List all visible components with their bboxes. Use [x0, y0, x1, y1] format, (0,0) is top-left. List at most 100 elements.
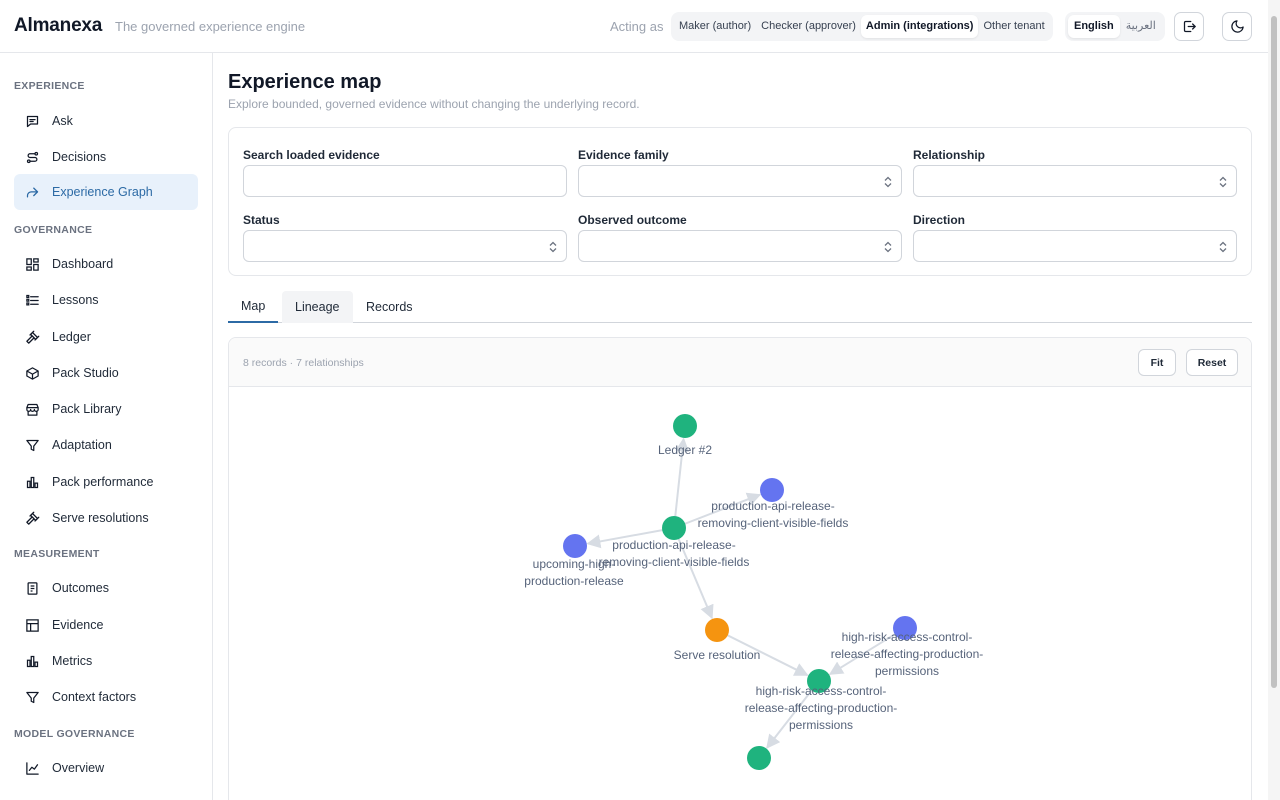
sidebar-item-label: Pack Library	[52, 402, 122, 416]
graph-node-label: upcoming-high-	[533, 557, 616, 571]
logout-icon	[1183, 20, 1196, 33]
sidebar-item-label: Outcomes	[52, 581, 109, 595]
view-tabs: Map Lineage Records	[228, 291, 1252, 323]
sidebar-item-label: Metrics	[52, 654, 93, 668]
graph-node[interactable]	[563, 534, 587, 558]
chevron-updown-icon	[1219, 241, 1227, 253]
status-select[interactable]	[243, 230, 567, 262]
search-label: Search loaded evidence	[243, 148, 380, 162]
graph-node-label: high-risk-access-control-	[756, 684, 887, 698]
reset-button[interactable]: Reset	[1186, 349, 1238, 376]
sidebar-item-pack-library[interactable]: Pack Library	[14, 391, 198, 427]
observed-outcome-label: Observed outcome	[578, 213, 687, 227]
sidebar-item-pack-studio[interactable]: Pack Studio	[14, 355, 198, 391]
status-label: Status	[243, 213, 280, 227]
sidebar-item-label: Ledger	[52, 330, 91, 344]
observed-outcome-select[interactable]	[578, 230, 902, 262]
graph-node-label: production-release	[524, 574, 624, 588]
section-title-model-governance: MODEL GOVERNANCE	[14, 728, 135, 740]
role-other-tenant-button[interactable]: Other tenant	[978, 15, 1049, 38]
sidebar-item-overview[interactable]: Overview	[14, 750, 198, 786]
sidebar-item-experience-graph[interactable]: Experience Graph	[14, 174, 198, 210]
chevron-updown-icon	[884, 176, 892, 188]
moon-icon	[1230, 20, 1244, 33]
evidence-family-select[interactable]	[578, 165, 902, 197]
sidebar-item-label: Serve resolutions	[52, 511, 149, 525]
direction-select[interactable]	[913, 230, 1237, 262]
clipboard-icon	[27, 581, 38, 595]
sidebar-item-label: Decisions	[52, 150, 107, 164]
graph-node-label: Ledger #2	[658, 443, 712, 457]
sidebar-item-label: Adaptation	[52, 438, 112, 452]
gavel-icon	[26, 511, 40, 525]
top-bar: Almanexa The governed experience engine …	[0, 0, 1268, 53]
list-icon	[26, 294, 39, 305]
sidebar-item-label: Context factors	[52, 690, 137, 704]
brand-logo[interactable]: Almanexa	[14, 15, 102, 37]
graph-summary: 8 records · 7 relationships	[243, 357, 364, 369]
page-scrollbar[interactable]	[1268, 0, 1280, 800]
sidebar-item-evidence[interactable]: Evidence	[14, 607, 198, 643]
evidence-family-label: Evidence family	[578, 148, 669, 162]
sidebar-item-metrics[interactable]: Metrics	[14, 643, 198, 679]
sidebar-item-outcomes[interactable]: Outcomes	[14, 570, 198, 606]
sidebar: EXPERIENCE Ask Decisions Experience Grap…	[0, 53, 213, 800]
main-content: Experience map Explore bounded, governed…	[213, 53, 1268, 800]
search-input[interactable]	[243, 165, 567, 197]
sidebar-item-label: Pack Studio	[52, 366, 119, 380]
sidebar-item-label: Overview	[52, 761, 105, 775]
graph-node[interactable]	[705, 618, 729, 642]
box-icon	[26, 366, 39, 380]
dashboard-icon	[26, 257, 39, 271]
graph-node-label: high-risk-access-control-	[842, 630, 973, 644]
relationship-label: Relationship	[913, 148, 986, 162]
sidebar-item-lessons[interactable]: Lessons	[14, 282, 198, 318]
experience-graph-canvas[interactable]: Ledger #2 production-api-release-removing…	[229, 388, 1252, 800]
route-icon	[26, 151, 39, 163]
tab-map[interactable]: Map	[228, 291, 279, 323]
tab-lineage[interactable]: Lineage	[282, 291, 353, 323]
graph-panel: 8 records · 7 relationships Fit Reset Le…	[228, 337, 1252, 800]
brand-tagline: The governed experience engine	[115, 19, 306, 34]
logout-button[interactable]	[1174, 12, 1204, 41]
gavel-icon	[26, 330, 40, 344]
sidebar-item-pack-performance[interactable]: Pack performance	[14, 464, 198, 500]
graph-node-label: release-affecting-production-	[745, 701, 898, 715]
section-title-experience: EXPERIENCE	[14, 80, 85, 92]
scrollbar-thumb[interactable]	[1271, 16, 1277, 688]
chevron-updown-icon	[1219, 176, 1227, 188]
sidebar-item-label: Pack performance	[52, 475, 154, 489]
graph-node[interactable]	[662, 516, 686, 540]
chevron-updown-icon	[884, 241, 892, 253]
section-title-measurement: MEASUREMENT	[14, 548, 100, 560]
tab-records[interactable]: Records	[353, 291, 426, 323]
store-icon	[26, 403, 39, 416]
graph-node-label: removing-client-visible-fields	[698, 516, 849, 530]
sidebar-item-decisions[interactable]: Decisions	[14, 139, 198, 175]
direction-label: Direction	[913, 213, 966, 227]
sidebar-item-ledger[interactable]: Ledger	[14, 319, 198, 355]
sidebar-item-adaptation[interactable]: Adaptation	[14, 427, 198, 463]
graph-node[interactable]	[747, 746, 771, 770]
role-checker-button[interactable]: Checker (approver)	[756, 15, 861, 38]
graph-node-label: removing-client-visible-fields	[599, 555, 750, 569]
sidebar-item-serve-resolutions[interactable]: Serve resolutions	[14, 500, 198, 536]
graph-node[interactable]	[673, 414, 697, 438]
sidebar-item-context-factors[interactable]: Context factors	[14, 679, 198, 715]
page-subtitle: Explore bounded, governed evidence witho…	[228, 97, 640, 111]
relationship-select[interactable]	[913, 165, 1237, 197]
bar-chart-icon	[26, 476, 39, 488]
theme-toggle-button[interactable]	[1222, 12, 1252, 41]
sidebar-item-ask[interactable]: Ask	[14, 103, 198, 139]
role-maker-button[interactable]: Maker (author)	[674, 15, 756, 38]
language-english-button[interactable]: English	[1068, 15, 1120, 38]
graph-node-label: production-api-release-	[711, 499, 834, 513]
graph-node-label: production-api-release-	[612, 538, 735, 552]
chevron-updown-icon	[549, 241, 557, 253]
language-arabic-button[interactable]: العربية	[1120, 15, 1162, 38]
role-admin-button[interactable]: Admin (integrations)	[860, 15, 979, 38]
graph-node-label: release-affecting-production-	[831, 647, 984, 661]
layout-icon	[26, 618, 39, 632]
fit-button[interactable]: Fit	[1138, 349, 1176, 376]
sidebar-item-dashboard[interactable]: Dashboard	[14, 246, 198, 282]
